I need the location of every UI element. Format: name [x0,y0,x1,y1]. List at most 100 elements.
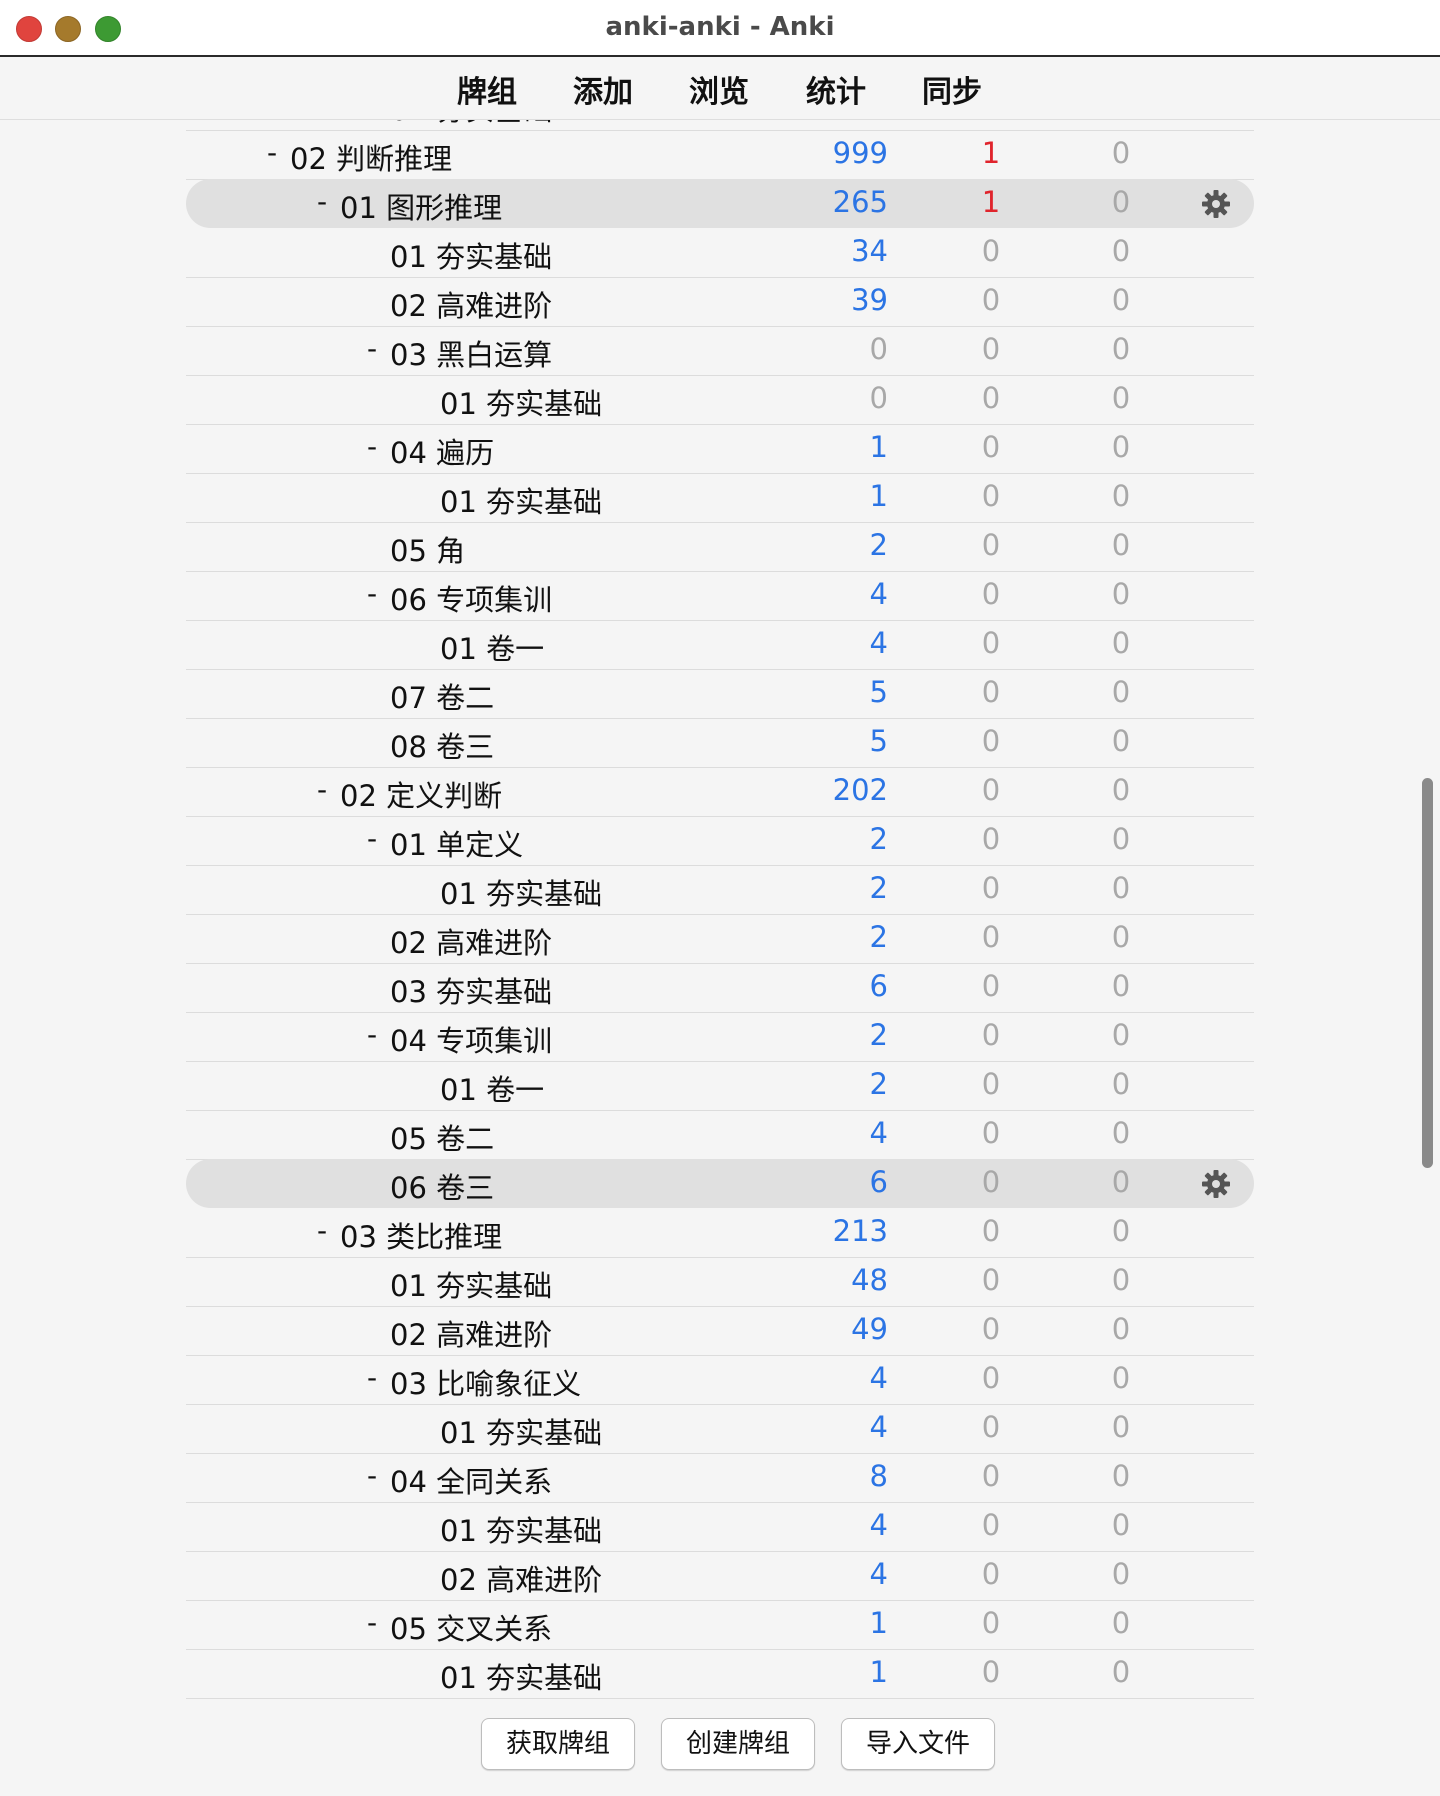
deck-name-link[interactable]: 03 比喻象征义 [390,1361,581,1403]
deck-row[interactable]: -02 定义判断 202 0 0 [186,767,1254,817]
deck-row-current[interactable]: 06 卷三 6 0 0 [186,1159,1254,1208]
deck-row[interactable]: 01 夯实基础 4 0 0 [186,1404,1254,1454]
deck-row[interactable]: -06 专项集训 4 0 0 [186,571,1254,621]
due-count: 0 [1111,1263,1131,1297]
deck-name-link[interactable]: 02 高难进阶 [390,920,552,962]
new-count: 1 [869,1655,888,1689]
deck-name-link[interactable]: 02 高难进阶 [390,283,552,325]
deck-row[interactable]: 01 夯实基础 4 0 0 [186,1502,1254,1552]
collapse-toggle[interactable]: - [362,822,382,855]
deck-name-link[interactable]: 02 高难进阶 [440,1557,602,1599]
collapse-toggle[interactable]: - [312,185,332,218]
deck-name-link[interactable]: 04 专项集训 [390,1018,552,1060]
collapse-toggle[interactable]: - [262,136,282,169]
deck-name-link[interactable]: 01 卷一 [440,626,544,668]
deck-name-link[interactable]: 01 夯实基础 [440,1508,602,1550]
deck-name-link[interactable]: 07 卷二 [390,675,494,717]
get-shared-button[interactable]: 获取牌组 [481,1718,635,1770]
deck-row[interactable]: 02 高难进阶 39 0 0 [186,277,1254,327]
deck-name-link[interactable]: 01 夯实基础 [440,381,602,423]
deck-name-link[interactable]: 01 夯实基础 [390,1263,552,1305]
collapse-toggle[interactable]: - [362,577,382,610]
menu-stats[interactable]: 统计 [806,67,866,111]
collapse-toggle[interactable]: - [362,430,382,463]
deck-row[interactable]: 01 卷一 4 0 0 [186,620,1254,670]
new-count: 49 [851,1312,888,1346]
deck-name-link[interactable]: 02 高难进阶 [390,1312,552,1354]
deck-name-link[interactable]: 04 遍历 [390,430,494,472]
deck-row[interactable]: 01 夯实基础 1 0 0 [186,473,1254,523]
deck-row[interactable]: 02 高难进阶 49 0 0 [186,1306,1254,1356]
vertical-scrollbar[interactable] [1422,778,1433,1168]
due-count: 0 [1111,969,1131,1003]
new-count: 2 [869,528,888,562]
deck-name-link[interactable]: 03 类比推理 [340,1214,502,1256]
deck-name-link[interactable]: 08 卷三 [390,724,494,766]
deck-name-link[interactable]: 03 夯实基础 [390,969,552,1011]
create-deck-button[interactable]: 创建牌组 [661,1718,815,1770]
deck-name-link[interactable]: 06 专项集训 [390,577,552,619]
import-file-button[interactable]: 导入文件 [841,1718,995,1770]
deck-row[interactable]: 05 卷二 4 0 0 [186,1110,1254,1160]
gear-icon[interactable] [1200,1168,1232,1200]
deck-name-link[interactable]: 01 夯实基础 [440,1655,602,1697]
deck-row[interactable]: 01 夯实基础 34 0 0 [186,228,1254,278]
deck-name-link[interactable]: 02 定义判断 [340,773,502,815]
deck-row[interactable]: 05 角 2 0 0 [186,522,1254,572]
collapse-toggle[interactable]: - [312,773,332,806]
deck-row[interactable]: 01 夯实基础 2 0 0 [186,865,1254,915]
menu-decks[interactable]: 牌组 [457,67,517,111]
deck-row[interactable]: -04 遍历 1 0 0 [186,424,1254,474]
deck-name-link[interactable]: 01 夯实基础 [440,871,602,913]
collapse-toggle[interactable]: - [362,1459,382,1492]
deck-row[interactable]: -03 黑白运算 0 0 0 [186,326,1254,376]
menu-sync[interactable]: 同步 [922,67,982,111]
deck-row[interactable]: -04 专项集训 2 0 0 [186,1012,1254,1062]
deck-name-link[interactable]: 01 图形推理 [340,185,502,227]
deck-name-link[interactable]: 01 夯实基础 [440,1410,602,1452]
deck-row[interactable]: -03 比喻象征义 4 0 0 [186,1355,1254,1405]
deck-name-link[interactable]: 05 交叉关系 [390,1606,552,1648]
collapse-toggle[interactable]: - [362,1606,382,1639]
new-count: 4 [869,577,888,611]
deck-row[interactable]: -03 类比推理 213 0 0 [186,1208,1254,1258]
deck-name-link[interactable]: 04 全同关系 [390,1459,552,1501]
deck-name-link[interactable]: 06 卷三 [390,1165,494,1207]
new-count: 6 [869,969,888,1003]
new-count: 1 [869,479,888,513]
due-count: 0 [1111,1606,1131,1640]
due-count: 0 [1111,1410,1131,1444]
deck-row[interactable]: 03 夯实基础 6 0 0 [186,963,1254,1013]
deck-row[interactable]: -04 全同关系 8 0 0 [186,1453,1254,1503]
menu-browse[interactable]: 浏览 [689,67,749,111]
deck-row[interactable]: 01 夯实基础 0 0 0 [186,375,1254,425]
deck-name-link[interactable]: 03 黑白运算 [390,332,552,374]
deck-row[interactable]: -05 交叉关系 1 0 0 [186,1600,1254,1650]
deck-row[interactable]: 02 高难进阶 2 0 0 [186,914,1254,964]
deck-row[interactable]: 01 夯实基础 1 0 0 [186,1649,1254,1699]
deck-row[interactable]: -02 判断推理 999 1 0 [186,130,1254,180]
new-count: 5 [869,675,888,709]
deck-row[interactable]: 02 高难进阶 4 0 0 [186,1551,1254,1601]
due-count: 0 [1111,1557,1131,1591]
deck-row[interactable]: 07 卷二 5 0 0 [186,669,1254,719]
learn-count: 0 [981,871,1001,905]
deck-row[interactable]: 01 夯实基础 48 0 0 [186,1257,1254,1307]
collapse-toggle[interactable]: - [312,1214,332,1247]
deck-row[interactable]: 01 卷一 2 0 0 [186,1061,1254,1111]
menu-add[interactable]: 添加 [573,67,633,111]
deck-row-current[interactable]: -01 图形推理 265 1 0 [186,179,1254,228]
deck-name-link[interactable]: 01 夯实基础 [440,479,602,521]
deck-row[interactable]: 08 卷三 5 0 0 [186,718,1254,768]
collapse-toggle[interactable]: - [362,1361,382,1394]
deck-name-link[interactable]: 02 判断推理 [290,136,452,178]
deck-name-link[interactable]: 05 卷二 [390,1116,494,1158]
collapse-toggle[interactable]: - [362,332,382,365]
deck-row[interactable]: -01 单定义 2 0 0 [186,816,1254,866]
collapse-toggle[interactable]: - [362,1018,382,1051]
deck-name-link[interactable]: 01 夯实基础 [390,234,552,276]
deck-name-link[interactable]: 01 卷一 [440,1067,544,1109]
gear-icon[interactable] [1200,188,1232,220]
deck-name-link[interactable]: 01 单定义 [390,822,523,864]
deck-name-link[interactable]: 05 角 [390,528,465,570]
